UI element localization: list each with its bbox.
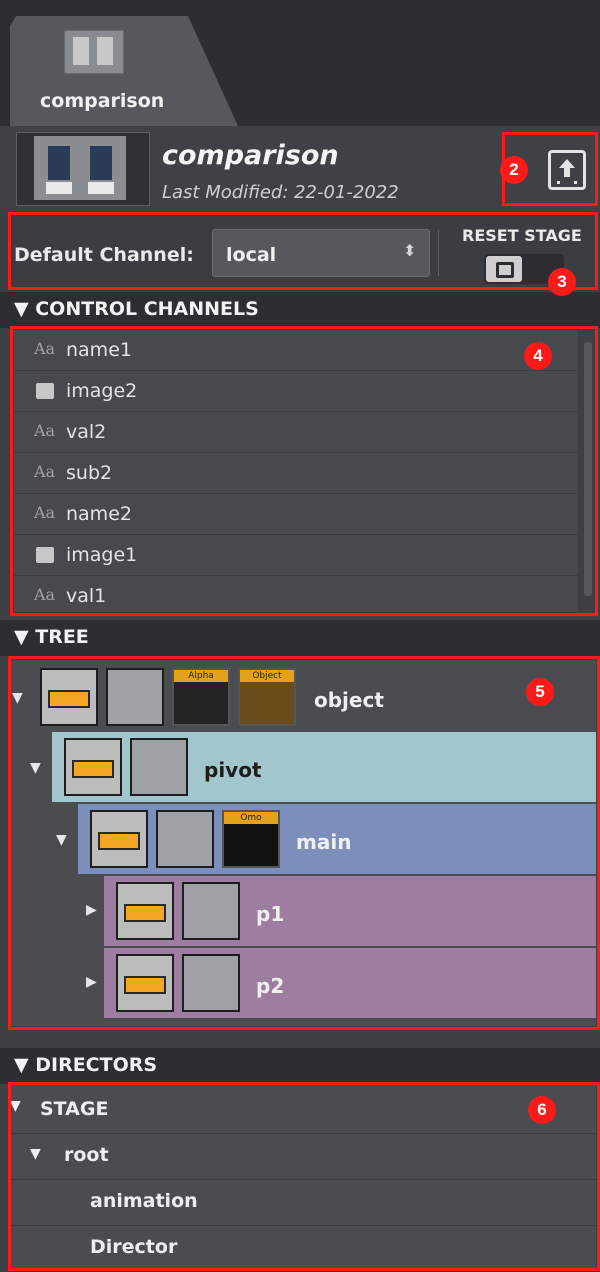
upload-icon xyxy=(557,159,577,184)
tab-label: comparison xyxy=(40,90,165,112)
container-icon xyxy=(64,738,122,796)
list-item[interactable]: image1 xyxy=(14,535,578,576)
default-channel-value: local xyxy=(226,244,277,266)
scene-thumbnail-image xyxy=(34,136,126,200)
section-directors[interactable]: ▼ DIRECTORS xyxy=(0,1048,600,1084)
reset-stage-toggle-knob xyxy=(486,256,522,282)
reset-stage-label: RESET STAGE xyxy=(462,226,582,245)
collapse-arrow-icon[interactable]: ▶ xyxy=(86,902,97,918)
annotation-badge-3: 3 xyxy=(548,268,576,296)
tree-node-p1[interactable]: ▶ p1 xyxy=(86,876,596,946)
director-stage[interactable]: ▼ STAGE xyxy=(10,1088,596,1134)
last-modified: Last Modified: 22-01-2022 xyxy=(162,182,399,203)
transform-axes-icon xyxy=(130,738,188,796)
list-item[interactable]: Aa val2 xyxy=(14,412,578,453)
expand-arrow-icon[interactable]: ▼ xyxy=(56,832,67,848)
container-icon xyxy=(90,810,148,868)
scrollbar-thumb[interactable] xyxy=(584,342,592,596)
image-icon xyxy=(36,383,54,399)
directors-title: ▼ DIRECTORS xyxy=(14,1054,158,1076)
export-button[interactable] xyxy=(548,150,586,190)
text-icon: Aa xyxy=(34,339,56,358)
list-item[interactable]: Aa val1 xyxy=(14,576,578,612)
expand-arrow-icon[interactable]: ▼ xyxy=(12,690,23,706)
expand-arrow-icon[interactable]: ▼ xyxy=(30,1146,41,1162)
section-tree[interactable]: ▼ TREE xyxy=(0,620,600,656)
text-icon: Aa xyxy=(34,462,56,481)
container-icon xyxy=(116,882,174,940)
director-root[interactable]: ▼ root xyxy=(10,1134,596,1180)
text-icon: Aa xyxy=(34,503,56,522)
select-arrows-icon: ⬍ xyxy=(403,241,417,260)
text-icon: Aa xyxy=(34,585,56,604)
scene-title: comparison xyxy=(162,140,339,171)
director-animation[interactable]: animation xyxy=(10,1180,596,1226)
tree-node-main[interactable]: ▼ Omo main xyxy=(56,804,596,874)
annotation-badge-4: 4 xyxy=(524,342,552,370)
list-item[interactable]: Aa name1 xyxy=(14,330,578,371)
section-control-channels[interactable]: ▼ CONTROL CHANNELS xyxy=(0,292,600,328)
transform-axes-icon xyxy=(156,810,214,868)
tree-node-p2[interactable]: ▶ p2 xyxy=(86,948,596,1018)
annotation-badge-5: 5 xyxy=(526,678,554,706)
director-director[interactable]: Director xyxy=(10,1226,596,1272)
object-function-icon: Object xyxy=(238,668,296,726)
list-item[interactable]: image2 xyxy=(14,371,578,412)
transform-axes-icon xyxy=(106,668,164,726)
expand-arrow-icon[interactable]: ▼ xyxy=(10,1098,21,1114)
control-channels-title: ▼ CONTROL CHANNELS xyxy=(14,298,259,320)
container-icon xyxy=(40,668,98,726)
annotation-badge-2: 2 xyxy=(500,156,528,184)
annotation-badge-6: 6 xyxy=(528,1096,556,1124)
tree-title: ▼ TREE xyxy=(14,626,89,648)
image-icon xyxy=(36,547,54,563)
tab-thumbnail xyxy=(64,30,124,74)
transform-axes-icon xyxy=(182,954,240,1012)
omo-function-icon: Omo xyxy=(222,810,280,868)
tree-node-object[interactable]: ▼ Alpha Object object xyxy=(10,662,596,732)
text-icon: Aa xyxy=(34,421,56,440)
transform-axes-icon xyxy=(182,882,240,940)
control-channels-list: Aa name1 image2 Aa val2 Aa sub2 Aa name2 ima… xyxy=(14,330,578,612)
tree-node-pivot[interactable]: ▼ pivot xyxy=(30,732,596,802)
expand-arrow-icon[interactable]: ▼ xyxy=(30,760,41,776)
container-icon xyxy=(116,954,174,1012)
list-item[interactable]: Aa sub2 xyxy=(14,453,578,494)
divider xyxy=(438,230,439,276)
collapse-arrow-icon[interactable]: ▶ xyxy=(86,974,97,990)
alpha-function-icon: Alpha xyxy=(172,668,230,726)
tree-panel: ▼ Alpha Object object ▼ pivot ▼ Omo main… xyxy=(10,660,596,1026)
list-item[interactable]: Aa name2 xyxy=(14,494,578,535)
default-channel-label: Default Channel: xyxy=(14,244,194,266)
